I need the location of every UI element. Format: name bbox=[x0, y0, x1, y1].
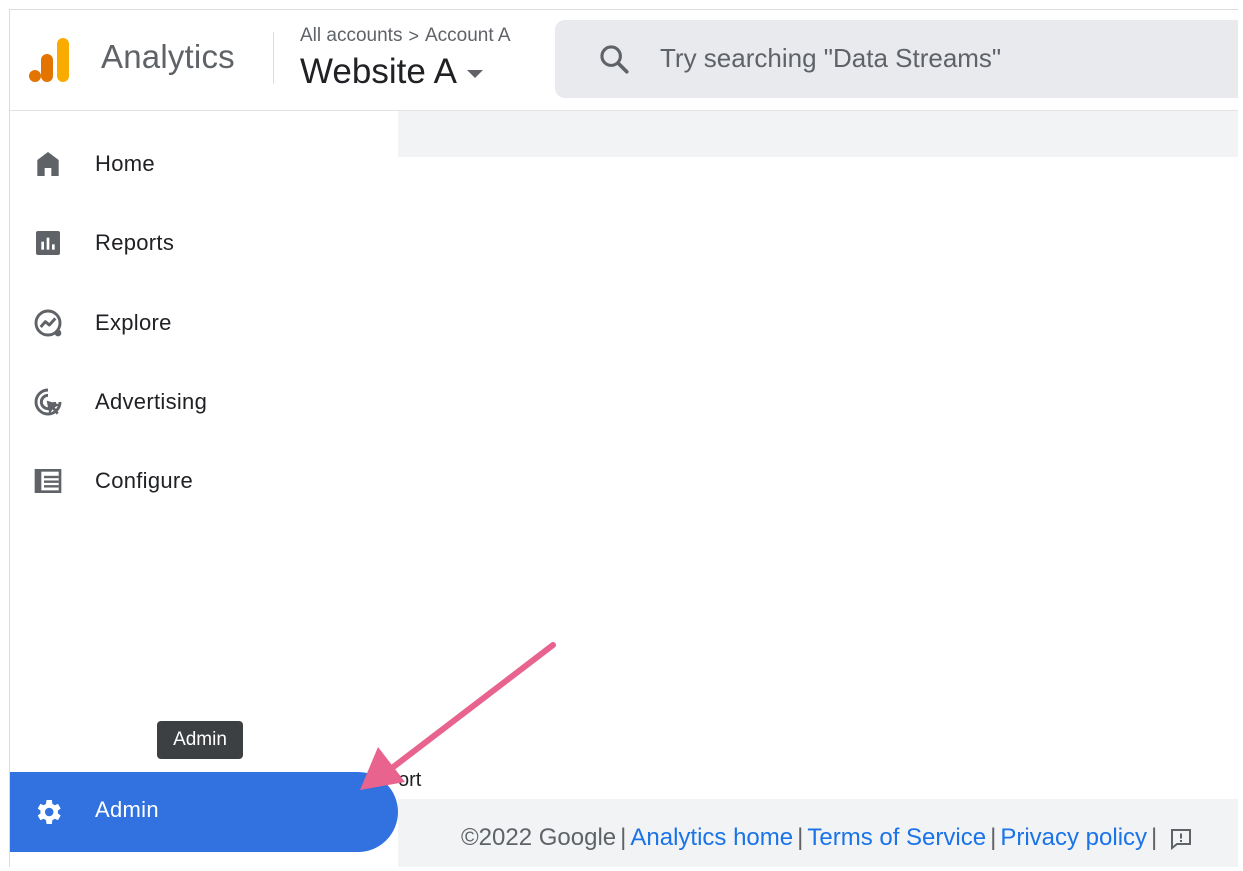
property-name: Website A bbox=[300, 52, 457, 91]
terms-of-service-link[interactable]: Terms of Service bbox=[807, 824, 986, 851]
gear-icon bbox=[37, 800, 61, 824]
privacy-policy-link[interactable]: Privacy policy bbox=[1000, 824, 1147, 851]
feedback-icon[interactable] bbox=[1169, 827, 1193, 851]
sidebar-item-explore[interactable]: Explore bbox=[10, 293, 398, 353]
admin-tooltip: Admin bbox=[157, 721, 243, 759]
sidebar-item-label: Configure bbox=[95, 468, 194, 493]
reports-icon bbox=[36, 231, 60, 255]
footer-separator: | bbox=[1151, 824, 1158, 851]
product-name: Analytics bbox=[101, 38, 235, 75]
sidebar-item-admin[interactable]: Admin bbox=[10, 772, 398, 852]
app-window: Analytics All accounts > Account A Websi… bbox=[9, 9, 1238, 867]
search-bar[interactable]: Try searching "Data Streams" bbox=[555, 20, 1238, 98]
main-content: ort ©2022 Google | Analytics home | Terms of… bbox=[398, 111, 1238, 867]
top-app-bar: Analytics All accounts > Account A Websi… bbox=[10, 10, 1238, 111]
footer-separator: | bbox=[797, 824, 804, 851]
caret-down-icon bbox=[466, 70, 483, 78]
sidebar-item-reports[interactable]: Reports bbox=[10, 213, 398, 273]
sidebar-item-label: Reports bbox=[95, 230, 175, 255]
sidebar-item-label: Home bbox=[95, 151, 155, 176]
analytics-logo bbox=[29, 38, 69, 82]
breadcrumb-account[interactable]: Account A bbox=[425, 25, 511, 47]
search-input[interactable]: Try searching "Data Streams" bbox=[660, 43, 1001, 74]
search-icon bbox=[600, 45, 629, 74]
sidebar-item-configure[interactable]: Configure bbox=[10, 451, 398, 511]
sidebar-item-label: Explore bbox=[95, 310, 172, 335]
property-selector[interactable]: Website A bbox=[300, 52, 483, 92]
footer-links: ©2022 Google | Analytics home | Terms of Ser… bbox=[461, 824, 1193, 852]
footer-separator: | bbox=[620, 824, 627, 851]
copyright-text: ©2022 Google bbox=[461, 824, 617, 851]
advertising-icon bbox=[34, 388, 62, 416]
sidebar-item-advertising[interactable]: Advertising bbox=[10, 372, 398, 432]
configure-icon bbox=[34, 469, 62, 493]
explore-icon bbox=[34, 309, 62, 337]
footer-separator: | bbox=[990, 824, 997, 851]
breadcrumb[interactable]: All accounts > Account A bbox=[300, 25, 511, 47]
sidebar-item-label: Admin bbox=[95, 797, 159, 822]
partially-hidden-text: ort bbox=[398, 769, 422, 791]
header-divider bbox=[273, 32, 274, 84]
sidebar-item-home[interactable]: Home bbox=[10, 134, 398, 194]
sidebar-item-label: Advertising bbox=[95, 389, 208, 414]
footer: ©2022 Google | Analytics home | Terms of Ser… bbox=[398, 799, 1238, 867]
analytics-home-link[interactable]: Analytics home bbox=[630, 824, 793, 851]
sidebar-nav: Home Reports Explore Advertising Configu… bbox=[10, 111, 398, 867]
home-icon bbox=[37, 152, 59, 176]
breadcrumb-all-accounts[interactable]: All accounts bbox=[300, 25, 402, 47]
chevron-right-icon: > bbox=[408, 25, 419, 46]
content-header-strip bbox=[398, 111, 1238, 157]
